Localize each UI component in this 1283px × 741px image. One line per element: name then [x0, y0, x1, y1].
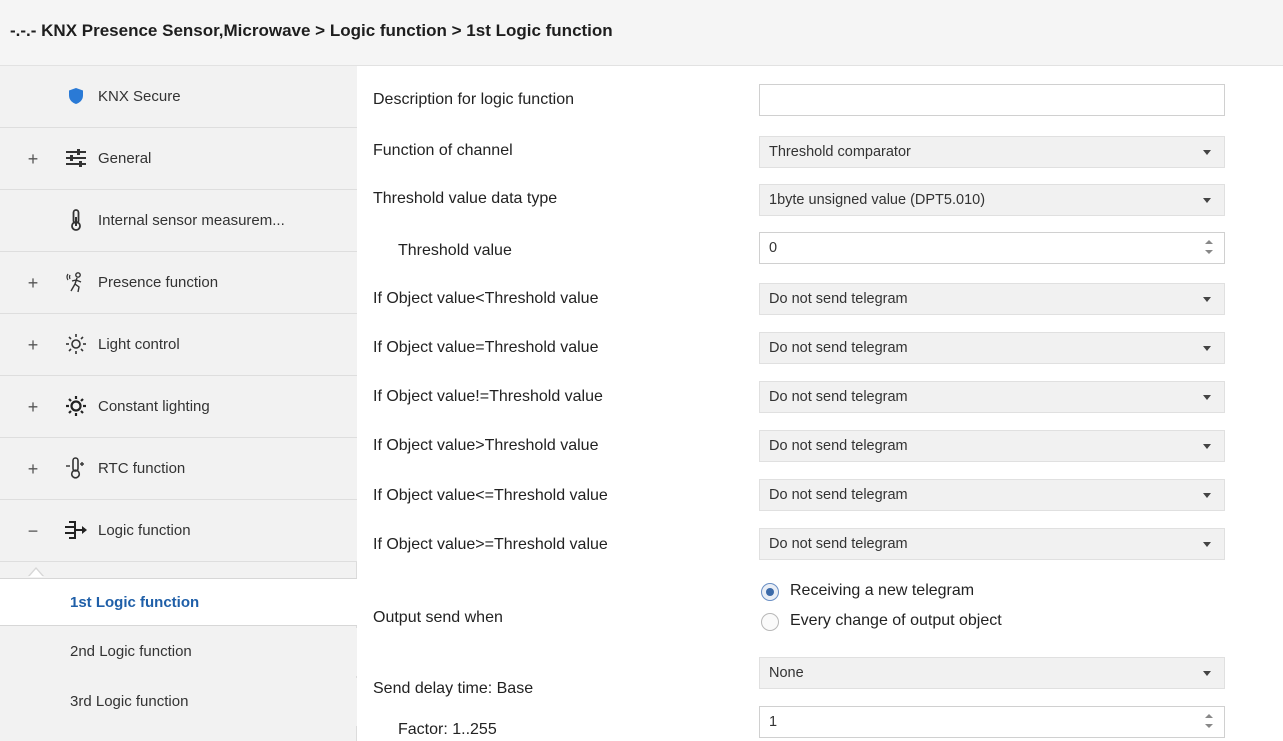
dropdown-value: Do not send telegram — [769, 291, 908, 307]
chevron-down-icon — [1203, 198, 1211, 203]
if-ne-dropdown[interactable]: Do not send telegram — [759, 381, 1225, 413]
sliders-icon — [64, 146, 88, 170]
spin-arrows-icon[interactable] — [1204, 240, 1214, 258]
expand-icon[interactable]: + — [26, 336, 40, 354]
chevron-down-icon — [1203, 297, 1211, 302]
chevron-down-icon — [1203, 542, 1211, 547]
param-label-factor: Factor: 1..255 — [398, 721, 497, 738]
logic-gate-icon — [64, 518, 88, 542]
sidebar-item-light-control[interactable]: + Light control — [0, 314, 357, 376]
dropdown-value: Do not send telegram — [769, 438, 908, 454]
dropdown-value: 1byte unsigned value (DPT5.010) — [769, 192, 986, 208]
sidebar-item-label: Constant lighting — [98, 398, 210, 415]
sidebar-subitem-1st-logic[interactable]: 1st Logic function — [0, 578, 357, 626]
sidebar-item-label: General — [98, 150, 152, 167]
chevron-down-icon — [1203, 346, 1211, 351]
sidebar-subitem-label: 3rd Logic function — [70, 693, 189, 710]
param-label-function-of-channel: Function of channel — [373, 142, 513, 159]
sidebar-item-general[interactable]: + General — [0, 128, 357, 190]
sun-icon — [64, 332, 88, 356]
breadcrumb-title: -.-.- KNX Presence Sensor,Microwave > Lo… — [10, 21, 613, 40]
chevron-down-icon — [1203, 671, 1211, 676]
sun-bold-icon — [64, 394, 88, 418]
param-label-if-eq: If Object value=Threshold value — [373, 339, 599, 356]
stepper-value: 1 — [769, 714, 778, 730]
description-input[interactable] — [759, 84, 1225, 116]
if-gt-dropdown[interactable]: Do not send telegram — [759, 430, 1225, 462]
sidebar-item-label: Internal sensor measurem... — [98, 212, 285, 229]
if-eq-dropdown[interactable]: Do not send telegram — [759, 332, 1225, 364]
param-label-description: Description for logic function — [373, 91, 574, 108]
if-ge-dropdown[interactable]: Do not send telegram — [759, 528, 1225, 560]
expand-icon[interactable]: + — [26, 150, 40, 168]
param-label-if-gt: If Object value>Threshold value — [373, 437, 599, 454]
if-le-dropdown[interactable]: Do not send telegram — [759, 479, 1225, 511]
param-label-threshold-value: Threshold value — [398, 242, 512, 259]
param-label-if-lt: If Object value<Threshold value — [373, 290, 599, 307]
dropdown-value: Do not send telegram — [769, 340, 908, 356]
send-delay-base-dropdown[interactable]: None — [759, 657, 1225, 689]
factor-stepper[interactable]: 1 — [759, 706, 1225, 738]
parameter-panel: Description for logic function Function … — [358, 66, 1283, 741]
param-label-threshold-type: Threshold value data type — [373, 190, 558, 207]
expand-icon[interactable]: + — [26, 460, 40, 478]
param-label-send-delay-base: Send delay time: Base — [373, 680, 534, 697]
radio-label: Every change of output object — [790, 612, 1002, 629]
dropdown-value: Do not send telegram — [769, 487, 908, 503]
sidebar-subitem-3rd-logic[interactable]: 3rd Logic function — [0, 678, 357, 726]
active-notch-inner — [29, 569, 43, 577]
sidebar-subitem-label: 2nd Logic function — [70, 643, 192, 660]
sidebar-item-label: Logic function — [98, 522, 191, 539]
spin-arrows-icon[interactable] — [1204, 714, 1214, 732]
dropdown-value: Do not send telegram — [769, 536, 908, 552]
sidebar-item-label: Light control — [98, 336, 180, 353]
param-label-output-send-when: Output send when — [373, 609, 503, 626]
dropdown-value: Threshold comparator — [769, 144, 911, 160]
chevron-down-icon — [1203, 493, 1211, 498]
threshold-type-dropdown[interactable]: 1byte unsigned value (DPT5.010) — [759, 184, 1225, 216]
sidebar-item-label: KNX Secure — [98, 88, 181, 105]
expand-icon[interactable]: + — [26, 398, 40, 416]
sidebar-item-knx-secure[interactable]: KNX Secure — [0, 66, 357, 128]
title-bar: -.-.- KNX Presence Sensor,Microwave > Lo… — [0, 0, 1283, 66]
expand-icon[interactable]: + — [26, 274, 40, 292]
sidebar: KNX Secure + General Internal sensor mea… — [0, 66, 357, 741]
rtc-thermometer-icon — [64, 456, 88, 480]
if-lt-dropdown[interactable]: Do not send telegram — [759, 283, 1225, 315]
radio-button[interactable] — [761, 613, 779, 631]
sidebar-item-presence[interactable]: + Presence function — [0, 252, 357, 314]
threshold-value-stepper[interactable]: 0 — [759, 232, 1225, 264]
thermometer-icon — [64, 208, 88, 232]
function-of-channel-dropdown[interactable]: Threshold comparator — [759, 136, 1225, 168]
sidebar-item-rtc-function[interactable]: + RTC function — [0, 438, 357, 500]
dropdown-value: Do not send telegram — [769, 389, 908, 405]
sidebar-item-label: Presence function — [98, 274, 219, 291]
collapse-icon[interactable]: − — [26, 522, 40, 540]
sidebar-item-logic-function[interactable]: − Logic function — [0, 500, 357, 562]
sidebar-item-constant-lighting[interactable]: + Constant lighting — [0, 376, 357, 438]
radio-label: Receiving a new telegram — [790, 582, 975, 599]
dropdown-value: None — [769, 665, 804, 681]
param-label-if-ne: If Object value!=Threshold value — [373, 388, 603, 405]
radio-button-checked[interactable] — [761, 583, 779, 601]
chevron-down-icon — [1203, 395, 1211, 400]
chevron-down-icon — [1203, 444, 1211, 449]
shield-icon — [64, 84, 88, 108]
stepper-value: 0 — [769, 240, 778, 256]
param-label-if-le: If Object value<=Threshold value — [373, 487, 608, 504]
person-motion-icon — [64, 270, 88, 294]
sidebar-item-internal-sensor[interactable]: Internal sensor measurem... — [0, 190, 357, 252]
sidebar-subitem-label: 1st Logic function — [70, 594, 200, 611]
sidebar-item-label: RTC function — [98, 460, 186, 477]
param-label-if-ge: If Object value>=Threshold value — [373, 536, 608, 553]
chevron-down-icon — [1203, 150, 1211, 155]
sidebar-subitem-2nd-logic[interactable]: 2nd Logic function — [0, 628, 357, 676]
